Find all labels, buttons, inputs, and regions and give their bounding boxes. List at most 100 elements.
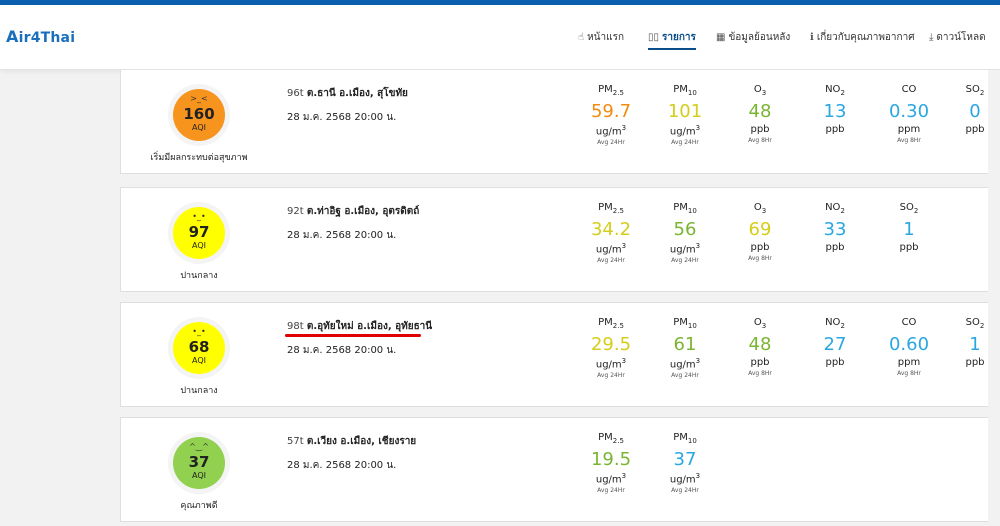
so2-name: SO2: [899, 202, 919, 215]
o3-unit: ppb: [750, 242, 770, 253]
pm25-column: PM2.5 19.5 ug/m3 Avg 24Hr: [575, 432, 647, 494]
station-title[interactable]: 57t ต.เวียง อ.เมือง, เชียงราย: [287, 434, 416, 449]
aqi-label: AQI: [192, 471, 206, 480]
nav-list[interactable]: ▯▯ รายการ: [648, 30, 696, 50]
pm10-column: PM10 56 ug/m3 Avg 24Hr: [649, 202, 721, 264]
pm10-avg: Avg 24Hr: [671, 257, 699, 265]
pm10-unit: ug/m3: [669, 124, 701, 138]
nav-home[interactable]: ☝ หน้าแรก: [578, 30, 624, 45]
co-column: CO 0.30 ppm Avg 8Hr: [873, 84, 945, 144]
logo-letter: A: [6, 27, 19, 46]
pm25-unit: ug/m3: [595, 472, 627, 486]
angry-face-icon: >_<: [190, 94, 208, 103]
station-name: ต.ท่าอิฐ อ.เมือง, อุตรดิตถ์: [306, 206, 420, 217]
no2-name: NO2: [825, 317, 845, 330]
o3-column: O3 48 ppb Avg 8Hr: [724, 84, 796, 144]
pm10-name: PM10: [673, 317, 697, 330]
co-column: CO 0.60 ppm Avg 8Hr: [873, 317, 945, 377]
co-avg: Avg 8Hr: [897, 137, 921, 144]
aqi-value: 68: [188, 338, 210, 356]
no2-column: NO2 13 ppb: [799, 84, 871, 135]
pm10-column: PM10 101 ug/m3 Avg 24Hr: [649, 84, 721, 146]
co-unit: ppm: [897, 124, 921, 135]
aqi-status: คุณภาพดี: [180, 501, 218, 511]
aqi-badge: •_• 97 AQI: [168, 202, 230, 264]
no2-value: 13: [823, 101, 847, 122]
pm10-name: PM10: [673, 432, 697, 445]
pm25-avg: Avg 24Hr: [597, 139, 625, 147]
o3-value: 48: [748, 334, 772, 355]
pm10-value: 56: [673, 219, 697, 240]
o3-column: O3 69 ppb Avg 8Hr: [724, 202, 796, 262]
station-card[interactable]: •_• 97 AQI ปานกลาง 92t ต.ท่าอิฐ อ.เมือง,…: [120, 187, 1000, 292]
aqi-label: AQI: [192, 123, 206, 132]
nav-download-label: ดาวน์โหลด: [936, 32, 986, 43]
pm10-avg: Avg 24Hr: [671, 139, 699, 147]
pm25-avg: Avg 24Hr: [597, 372, 625, 380]
pm25-name: PM2.5: [598, 432, 624, 445]
so2-value: 1: [903, 219, 915, 240]
station-name: ต.อุทัยใหม่ อ.เมือง, อุทัยธานี: [306, 321, 433, 332]
co-avg: Avg 8Hr: [897, 370, 921, 377]
pm25-unit: ug/m3: [595, 124, 627, 138]
station-name: ต.ธานี อ.เมือง, สุโขทัย: [306, 88, 408, 99]
nav-list-label: รายการ: [662, 32, 696, 43]
o3-name: O3: [753, 317, 767, 330]
co-name: CO: [901, 317, 917, 328]
logo[interactable]: Air4Thai: [6, 27, 75, 46]
neutral-face-icon: •_•: [192, 327, 206, 336]
co-name: CO: [901, 84, 917, 95]
o3-unit: ppb: [750, 124, 770, 135]
nav-home-label: หน้าแรก: [587, 32, 625, 43]
so2-column: SO2 1 ppb: [873, 202, 945, 253]
pm25-column: PM2.5 59.7 ug/m3 Avg 24Hr: [575, 84, 647, 146]
station-card[interactable]: •_• 68 AQI ปานกลาง 98t ต.อุทัยใหม่ อ.เมื…: [120, 302, 1000, 407]
no2-name: NO2: [825, 84, 845, 97]
pm25-unit: ug/m3: [595, 242, 627, 256]
o3-column: O3 48 ppb Avg 8Hr: [724, 317, 796, 377]
pm10-column: PM10 61 ug/m3 Avg 24Hr: [649, 317, 721, 379]
o3-unit: ppb: [750, 357, 770, 368]
scrollbar[interactable]: [988, 70, 1000, 526]
pm10-avg: Avg 24Hr: [671, 487, 699, 495]
pm10-value: 37: [673, 449, 697, 470]
pm10-name: PM10: [673, 84, 697, 97]
o3-name: O3: [753, 84, 767, 97]
o3-avg: Avg 8Hr: [748, 255, 772, 262]
nav-download[interactable]: ⤓ ดาวน์โหลด: [929, 30, 986, 45]
aqi-label: AQI: [192, 241, 206, 250]
o3-avg: Avg 8Hr: [748, 137, 772, 144]
station-datetime: 28 ม.ค. 2568 20:00 น.: [287, 345, 397, 356]
aqi-status: ปานกลาง: [180, 386, 218, 396]
list-icon: ▯▯: [648, 32, 660, 43]
pm10-unit: ug/m3: [669, 357, 701, 371]
no2-unit: ppb: [825, 357, 845, 368]
station-name: ต.เวียง อ.เมือง, เชียงราย: [306, 436, 417, 447]
nav-about[interactable]: ℹ เกี่ยวกับคุณภาพอากาศ: [810, 30, 915, 45]
station-code: 57t: [287, 436, 304, 447]
pm10-avg: Avg 24Hr: [671, 372, 699, 380]
station-title[interactable]: 98t ต.อุทัยใหม่ อ.เมือง, อุทัยธานี: [287, 319, 432, 334]
station-card[interactable]: >_< 160 AQI เริ่มมีผลกระทบต่อสุขภาพ 96t …: [120, 70, 1000, 174]
station-title[interactable]: 92t ต.ท่าอิฐ อ.เมือง, อุตรดิตถ์: [287, 204, 419, 219]
pm25-unit: ug/m3: [595, 357, 627, 371]
station-title[interactable]: 96t ต.ธานี อ.เมือง, สุโขทัย: [287, 86, 408, 101]
o3-name: O3: [753, 202, 767, 215]
pm10-value: 61: [673, 334, 697, 355]
co-value: 0.30: [888, 101, 930, 122]
pm10-column: PM10 37 ug/m3 Avg 24Hr: [649, 432, 721, 494]
co-unit: ppm: [897, 357, 921, 368]
no2-column: NO2 33 ppb: [799, 202, 871, 253]
neutral-face-icon: •_•: [192, 212, 206, 221]
station-card[interactable]: ^‿^ 37 AQI คุณภาพดี 57t ต.เวียง อ.เมือง,…: [120, 417, 1000, 522]
aqi-badge: •_• 68 AQI: [168, 317, 230, 379]
nav-history[interactable]: ▦ ข้อมูลย้อนหลัง: [716, 30, 790, 45]
pm10-unit: ug/m3: [669, 242, 701, 256]
aqi-status: ปานกลาง: [180, 271, 218, 281]
no2-value: 27: [823, 334, 847, 355]
station-code: 96t: [287, 88, 304, 99]
aqi-badge: ^‿^ 37 AQI: [168, 432, 230, 494]
o3-value: 48: [748, 101, 772, 122]
pm25-name: PM2.5: [598, 84, 624, 97]
pm10-value: 101: [667, 101, 703, 122]
